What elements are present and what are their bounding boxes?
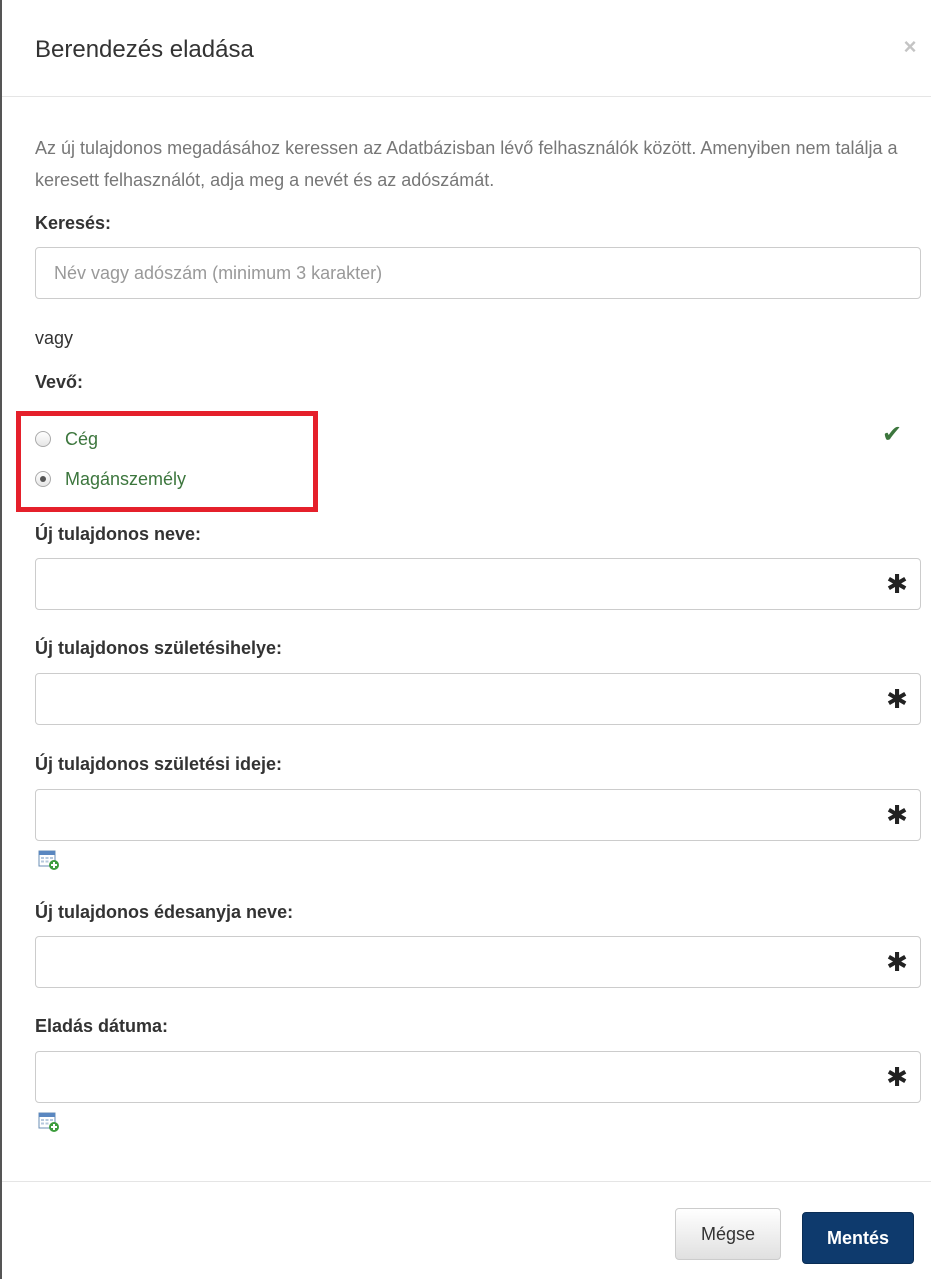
birth-place-label: Új tulajdonos születésihelye: bbox=[35, 638, 283, 658]
modal-footer: Mégse Mentés bbox=[2, 1181, 931, 1279]
modal-title: Berendezés eladása bbox=[35, 36, 254, 63]
birth-place-field: ✱ bbox=[35, 673, 921, 725]
radio-company[interactable]: Cég bbox=[35, 426, 98, 452]
radio-private-person[interactable]: Magánszemély bbox=[35, 466, 186, 492]
birth-place-input[interactable] bbox=[36, 674, 920, 724]
search-field bbox=[35, 247, 921, 299]
asterisk-icon: ✱ bbox=[886, 684, 908, 714]
calendar-add-icon[interactable] bbox=[38, 849, 60, 871]
owner-name-input[interactable] bbox=[36, 559, 920, 609]
sale-modal: Berendezés eladása × Az új tulajdonos me… bbox=[0, 0, 931, 1279]
mother-name-label: Új tulajdonos édesanyja neve: bbox=[35, 902, 294, 922]
checkmark-icon: ✔ bbox=[882, 421, 903, 448]
buyer-label: Vevő: bbox=[35, 372, 84, 392]
birth-date-input[interactable] bbox=[36, 790, 920, 840]
sale-date-input[interactable] bbox=[36, 1052, 920, 1102]
sale-date-label: Eladás dátuma: bbox=[35, 1016, 169, 1036]
intro-text: Az új tulajdonos megadásához keressen az… bbox=[35, 138, 898, 190]
owner-name-field: ✱ bbox=[35, 558, 921, 610]
owner-name-label: Új tulajdonos neve: bbox=[35, 524, 202, 544]
asterisk-icon: ✱ bbox=[886, 947, 908, 977]
radio-company-label: Cég bbox=[65, 428, 99, 449]
modal-header: Berendezés eladása × bbox=[2, 0, 931, 97]
save-button[interactable]: Mentés bbox=[802, 1212, 914, 1264]
search-input[interactable] bbox=[36, 248, 920, 298]
mother-name-field: ✱ bbox=[35, 936, 921, 988]
radio-private-person-label: Magánszemély bbox=[65, 468, 187, 489]
birth-date-label: Új tulajdonos születési ideje: bbox=[35, 754, 283, 774]
asterisk-icon: ✱ bbox=[886, 569, 908, 599]
asterisk-icon: ✱ bbox=[886, 1062, 908, 1092]
radio-company-circle[interactable] bbox=[35, 431, 51, 447]
mother-name-input[interactable] bbox=[36, 937, 920, 987]
close-icon[interactable]: × bbox=[898, 33, 922, 61]
cancel-button[interactable]: Mégse bbox=[675, 1208, 781, 1260]
sale-date-field: ✱ bbox=[35, 1051, 921, 1103]
radio-private-person-circle[interactable] bbox=[35, 471, 51, 487]
birth-date-field: ✱ bbox=[35, 789, 921, 841]
calendar-add-icon[interactable] bbox=[38, 1111, 60, 1133]
or-text: vagy bbox=[35, 328, 74, 348]
search-label: Keresés: bbox=[35, 213, 112, 233]
asterisk-icon: ✱ bbox=[886, 800, 908, 830]
